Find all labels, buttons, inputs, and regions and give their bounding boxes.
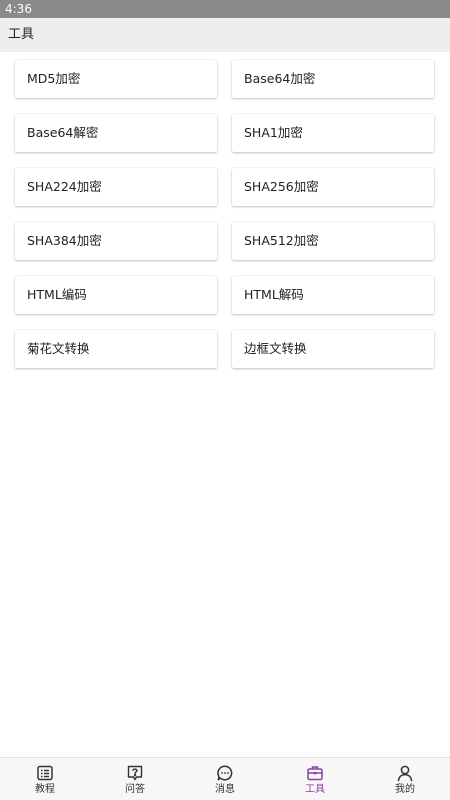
tab-profile[interactable]: 我的 [360,758,450,800]
tool-html-encode[interactable]: HTML编码 [15,276,217,314]
toolbox-icon [307,766,323,781]
tab-qa[interactable]: 问答 [90,758,180,800]
tool-sha384-encrypt[interactable]: SHA384加密 [15,222,217,260]
app-bar: 工具 [0,18,450,52]
tool-sha1-encrypt[interactable]: SHA1加密 [232,114,434,152]
tool-sha512-encrypt[interactable]: SHA512加密 [232,222,434,260]
tool-html-decode[interactable]: HTML解码 [232,276,434,314]
tab-label: 消息 [215,784,235,795]
tab-label: 问答 [125,784,145,795]
message-icon [217,765,233,781]
bottom-tab-bar: 教程 问答 消息 工具 我的 [0,757,450,800]
tab-label: 教程 [35,784,55,795]
tool-md5-encrypt[interactable]: MD5加密 [15,60,217,98]
tab-label: 工具 [305,784,325,795]
tool-sha256-encrypt[interactable]: SHA256加密 [232,168,434,206]
status-time: 4:36 [5,2,32,16]
tool-base64-decrypt[interactable]: Base64解密 [15,114,217,152]
question-icon [127,765,143,781]
tab-tutorial[interactable]: 教程 [0,758,90,800]
tool-chrysanthemum-text[interactable]: 菊花文转换 [15,330,217,368]
profile-icon [397,765,413,782]
tab-tools[interactable]: 工具 [270,758,360,800]
tab-label: 我的 [395,784,415,795]
page-title: 工具 [8,27,35,42]
status-bar: 4:36 [0,0,450,18]
tool-border-text[interactable]: 边框文转换 [232,330,434,368]
tutorial-icon [37,765,53,781]
tool-base64-encrypt[interactable]: Base64加密 [232,60,434,98]
tab-messages[interactable]: 消息 [180,758,270,800]
tool-sha224-encrypt[interactable]: SHA224加密 [15,168,217,206]
